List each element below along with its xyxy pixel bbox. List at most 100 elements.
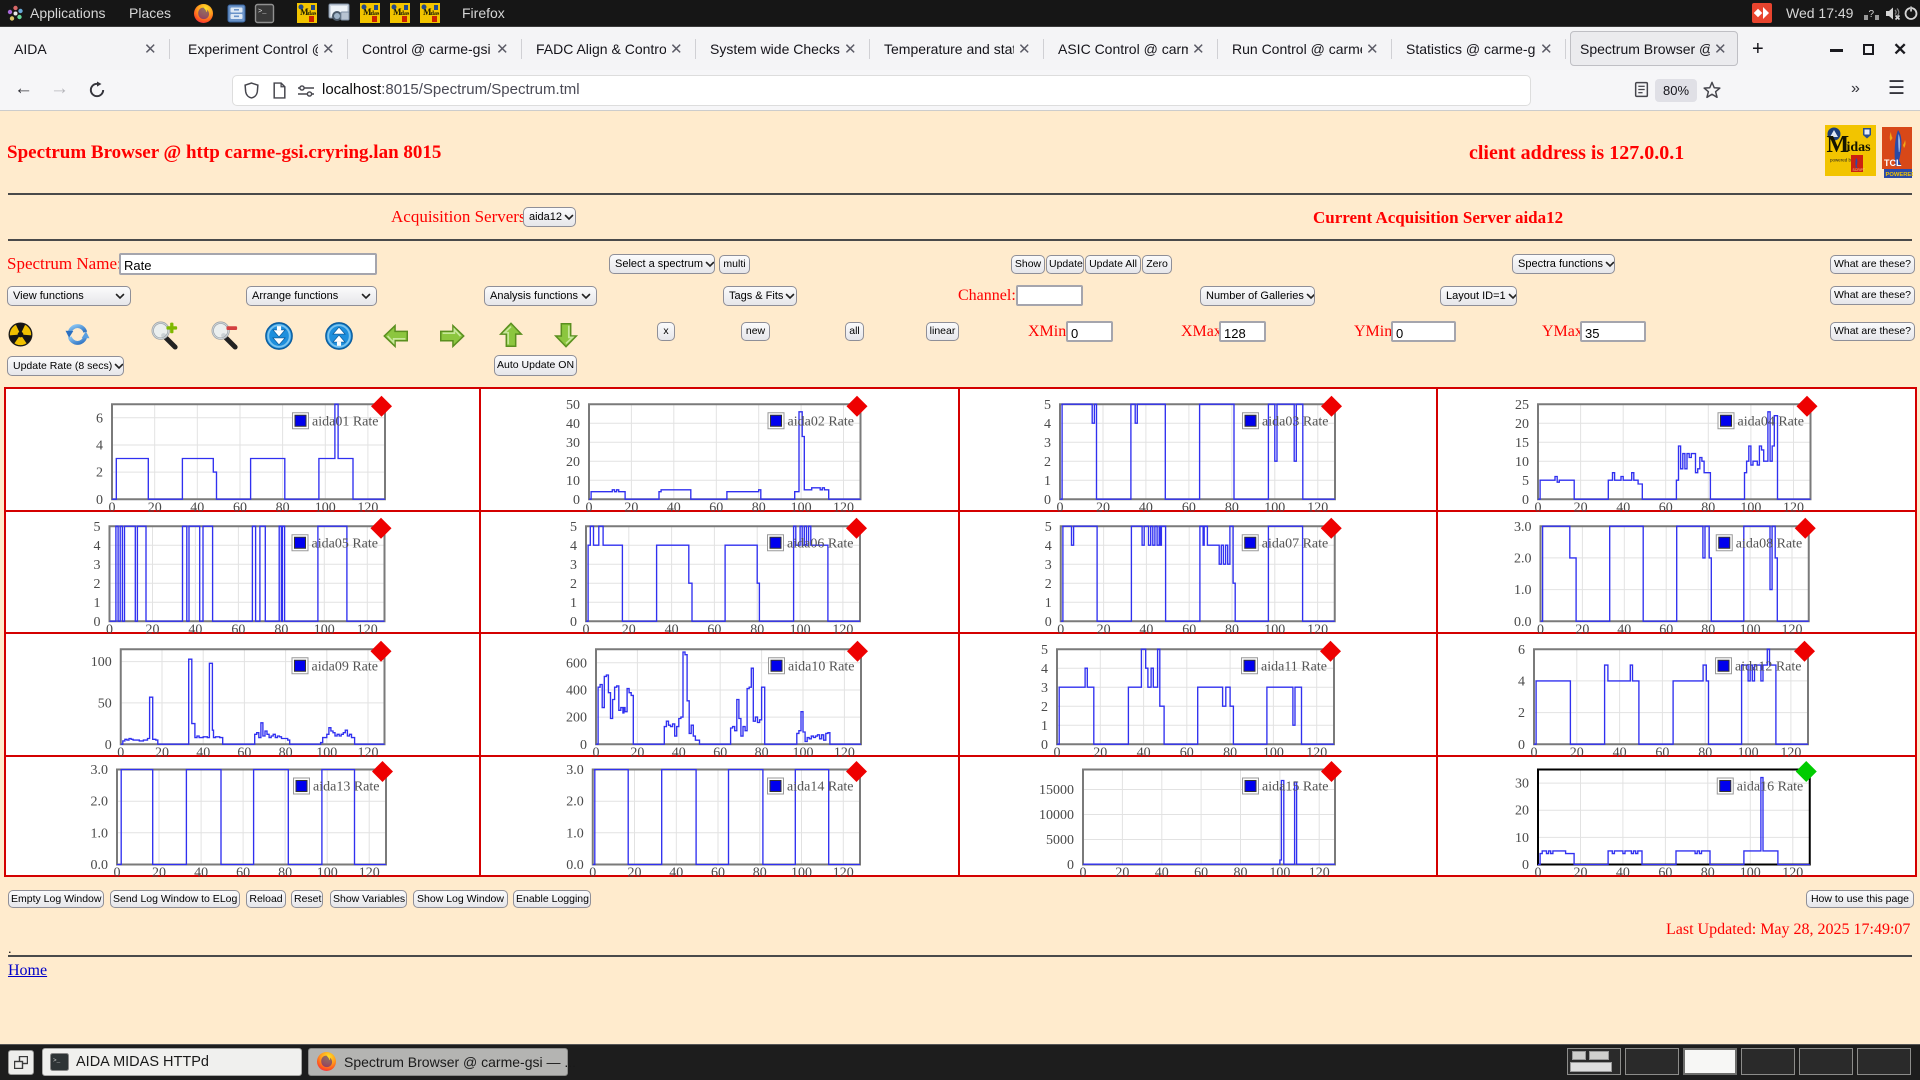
svg-text:1: 1 [94, 596, 101, 611]
svg-text:10000: 10000 [1039, 808, 1074, 823]
svg-text:0: 0 [1080, 866, 1087, 881]
svg-text:100: 100 [317, 866, 338, 881]
svg-text:aida03 Rate: aida03 Rate [1262, 414, 1328, 429]
svg-text:1.0: 1.0 [1514, 583, 1532, 598]
svg-text:0: 0 [105, 737, 112, 752]
svg-text:5: 5 [1041, 642, 1048, 657]
svg-text:200: 200 [566, 710, 587, 725]
svg-text:4: 4 [1045, 539, 1052, 554]
svg-text:0.0: 0.0 [566, 858, 584, 873]
svg-text:3.0: 3.0 [1514, 520, 1532, 535]
svg-text:20: 20 [566, 454, 580, 469]
svg-text:0: 0 [114, 866, 121, 881]
svg-text:3.0: 3.0 [566, 763, 584, 778]
svg-text:20: 20 [152, 866, 166, 881]
svg-text:0.0: 0.0 [91, 858, 109, 873]
svg-text:2.0: 2.0 [91, 795, 109, 810]
svg-text:>_: >_ [258, 8, 267, 16]
svg-text:3: 3 [1041, 680, 1048, 695]
svg-text:120: 120 [1309, 866, 1330, 881]
svg-text:10: 10 [1515, 831, 1529, 846]
svg-text:20: 20 [1573, 866, 1587, 881]
svg-text:100: 100 [1739, 866, 1760, 881]
svg-text:aida01 Rate: aida01 Rate [312, 414, 378, 429]
svg-text:5: 5 [94, 520, 101, 535]
svg-text:0: 0 [580, 737, 587, 752]
svg-text:20: 20 [1115, 866, 1129, 881]
svg-text:10: 10 [566, 473, 580, 488]
svg-text:SCRIPT: SCRIPT [1853, 168, 1865, 172]
svg-text:2.0: 2.0 [566, 795, 584, 810]
svg-text:TCL: TCL [1884, 158, 1902, 168]
svg-text:1: 1 [1044, 473, 1051, 488]
svg-text:80: 80 [1234, 866, 1248, 881]
svg-text:600: 600 [566, 656, 587, 671]
svg-text:40: 40 [669, 866, 683, 881]
svg-text:20: 20 [627, 866, 641, 881]
svg-text:3: 3 [1044, 435, 1051, 450]
svg-text:5: 5 [570, 520, 577, 535]
svg-text:0: 0 [573, 492, 580, 507]
svg-text:idas: idas [1847, 140, 1872, 155]
svg-text:2: 2 [96, 465, 103, 480]
svg-text:4: 4 [570, 539, 577, 554]
svg-text:100: 100 [791, 866, 812, 881]
svg-text:0: 0 [94, 615, 101, 630]
svg-text:POWERED: POWERED [1886, 172, 1914, 178]
svg-text:0: 0 [1522, 492, 1529, 507]
svg-text:>_: >_ [53, 1057, 61, 1064]
svg-text:2: 2 [570, 577, 577, 592]
svg-text:40: 40 [566, 416, 580, 431]
svg-text:5: 5 [1045, 520, 1052, 535]
svg-text:aida13 Rate: aida13 Rate [313, 780, 379, 795]
svg-text:aida08 Rate: aida08 Rate [1735, 536, 1801, 551]
svg-text:0: 0 [1067, 858, 1074, 873]
svg-text:60: 60 [1194, 866, 1208, 881]
svg-text:60: 60 [711, 866, 725, 881]
svg-text:1.0: 1.0 [566, 826, 584, 841]
svg-text:80: 80 [752, 866, 766, 881]
svg-text:6: 6 [96, 411, 103, 426]
svg-text:3: 3 [570, 558, 577, 573]
svg-text:powered by: powered by [1830, 158, 1854, 163]
svg-text:20: 20 [1515, 416, 1529, 431]
svg-text:0: 0 [570, 615, 577, 630]
svg-text:40: 40 [1615, 866, 1629, 881]
svg-text:15: 15 [1515, 435, 1529, 450]
svg-text:25: 25 [1515, 397, 1529, 412]
svg-text:1.0: 1.0 [91, 826, 109, 841]
svg-text:120: 120 [832, 866, 853, 881]
svg-text:0: 0 [589, 866, 596, 881]
svg-text:aida12 Rate: aida12 Rate [1735, 659, 1801, 674]
svg-text:15000: 15000 [1039, 783, 1074, 798]
svg-text:40: 40 [194, 866, 208, 881]
svg-text:aida16 Rate: aida16 Rate [1736, 780, 1802, 795]
svg-text:50: 50 [566, 397, 580, 412]
svg-text:2: 2 [1041, 699, 1048, 714]
svg-text:0: 0 [1518, 737, 1525, 752]
svg-text:0: 0 [1044, 492, 1051, 507]
svg-text:30: 30 [1515, 777, 1529, 792]
svg-text:aida05 Rate: aida05 Rate [312, 536, 378, 551]
svg-text:4: 4 [1041, 661, 1048, 676]
svg-text:4: 4 [1044, 416, 1051, 431]
svg-text:10: 10 [1515, 454, 1529, 469]
svg-text:80: 80 [1700, 866, 1714, 881]
svg-text:0.0: 0.0 [1514, 615, 1532, 630]
svg-text:5: 5 [1044, 397, 1051, 412]
svg-text:2: 2 [1044, 454, 1051, 469]
svg-text:3.0: 3.0 [91, 763, 109, 778]
svg-text:20: 20 [1515, 804, 1529, 819]
svg-text:aida04 Rate: aida04 Rate [1737, 414, 1803, 429]
svg-text:0: 0 [1045, 615, 1052, 630]
svg-text:?: ? [1869, 9, 1875, 20]
svg-text:100: 100 [1269, 866, 1290, 881]
svg-text:50: 50 [98, 696, 112, 711]
svg-text:4: 4 [96, 438, 103, 453]
svg-text:0: 0 [1041, 737, 1048, 752]
svg-text:2.0: 2.0 [1514, 551, 1532, 566]
svg-text:aida09 Rate: aida09 Rate [312, 659, 378, 674]
svg-text:6: 6 [1518, 642, 1525, 657]
svg-text:400: 400 [566, 683, 587, 698]
svg-text:1: 1 [1041, 718, 1048, 733]
